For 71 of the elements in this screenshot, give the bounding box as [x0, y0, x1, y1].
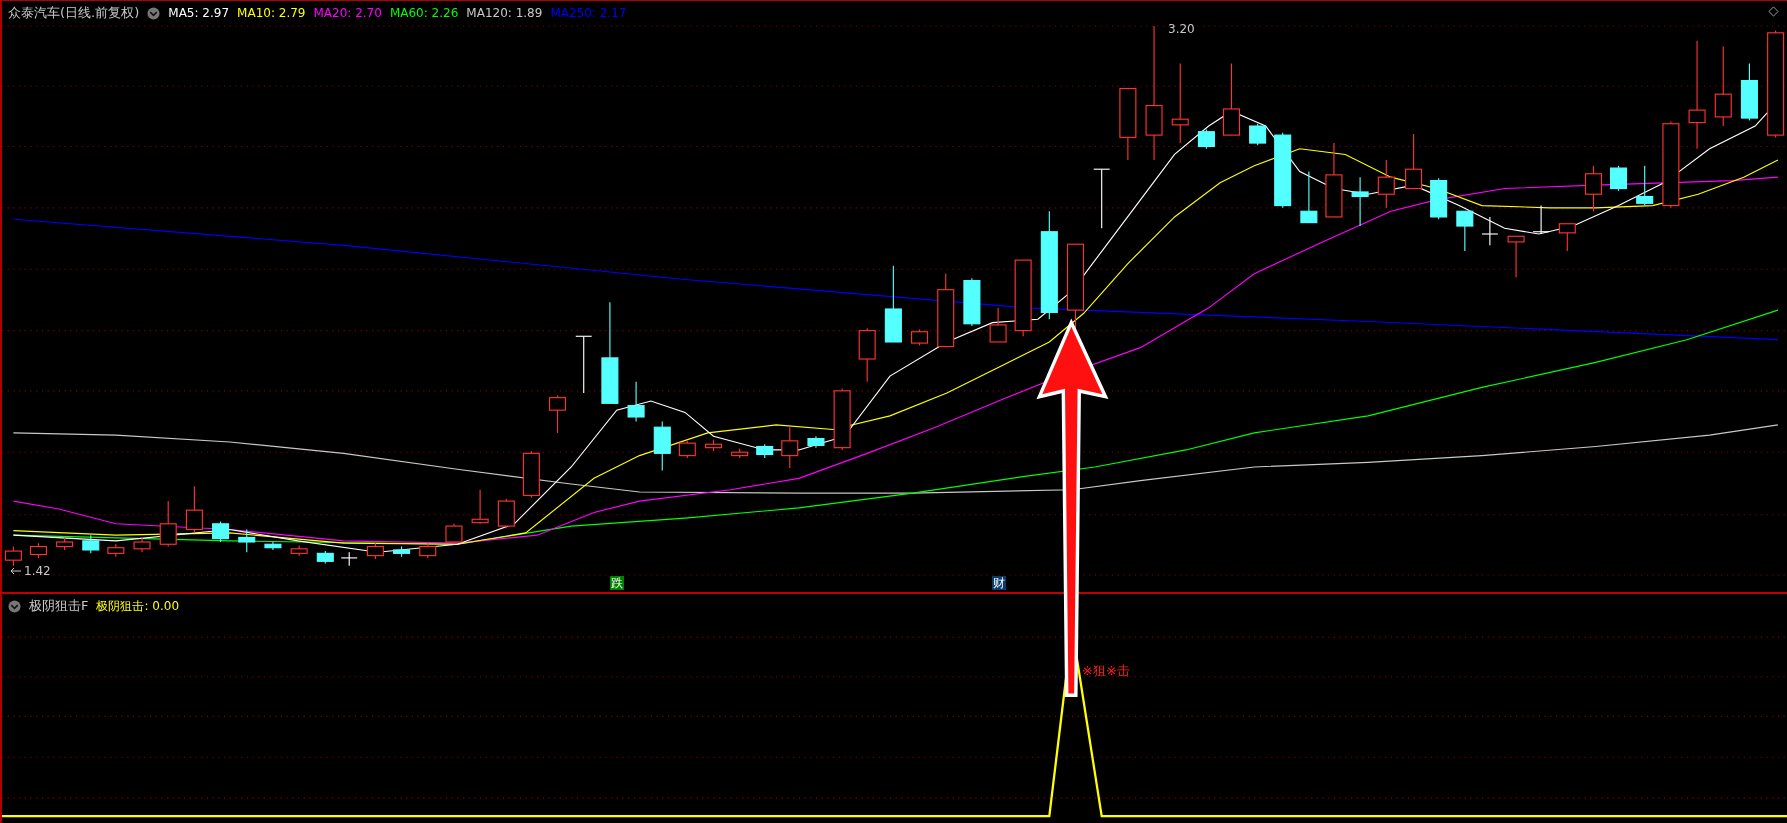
- candlestick: [1740, 62, 1758, 121]
- candlestick: [833, 388, 851, 451]
- moving-average-value: MA5: 2.97: [168, 6, 230, 20]
- candlestick: [419, 542, 437, 559]
- candlestick: [133, 536, 151, 553]
- candlestick: [678, 440, 696, 459]
- candlestick: [1093, 168, 1111, 229]
- candlestick: [1249, 123, 1267, 146]
- dropdown-caret-icon[interactable]: [8, 599, 21, 613]
- candlestick: [264, 541, 282, 551]
- candlestick: [212, 520, 230, 543]
- candlestick: [963, 277, 981, 327]
- candlestick: [1300, 170, 1318, 224]
- candlestick: [1507, 235, 1525, 278]
- high-price-label: 3.20: [1168, 22, 1195, 36]
- candlestick: [549, 394, 567, 434]
- candlestick: [1197, 128, 1215, 150]
- candlestick: [911, 328, 929, 346]
- candlestick: [1430, 177, 1448, 220]
- candlestick: [1456, 210, 1474, 252]
- candlestick: [704, 439, 723, 452]
- dropdown-caret-icon[interactable]: [147, 6, 161, 20]
- diamond-icon[interactable]: [1768, 6, 1779, 17]
- candlestick: [1558, 223, 1576, 252]
- moving-average-value: MA250: 2.17: [550, 6, 627, 20]
- moving-average-value: MA10: 2.79: [237, 6, 306, 20]
- candlestick: [1636, 165, 1654, 207]
- candlestick: [159, 500, 177, 548]
- candlestick: [575, 335, 593, 394]
- candlestick: [340, 551, 358, 567]
- candlestick: [82, 534, 100, 554]
- candlestick: [393, 545, 411, 558]
- candlestick: [807, 435, 825, 449]
- stock-title: 众泰汽车(日线.前复权): [8, 4, 140, 22]
- candlestick: [107, 543, 125, 558]
- candlestick: [731, 448, 749, 459]
- event-marker[interactable]: 财: [992, 576, 1006, 590]
- candlestick: [445, 523, 463, 545]
- candlestick: [756, 443, 774, 459]
- candlestick: [1584, 165, 1602, 212]
- candlestick: [522, 450, 540, 499]
- candlestick: [989, 307, 1007, 343]
- candlestick: [781, 426, 799, 469]
- candlestick: [316, 550, 334, 565]
- candlestick: [4, 545, 22, 567]
- moving-average-value: MA120: 1.89: [466, 6, 543, 20]
- moving-average-value: MA20: 2.70: [313, 6, 382, 20]
- candlestick: [1610, 165, 1628, 192]
- candlestick: [1377, 159, 1395, 209]
- candlestick: [56, 536, 74, 551]
- event-marker[interactable]: 跌: [610, 576, 624, 590]
- candlestick: [1532, 205, 1550, 235]
- candlestick: [290, 544, 308, 557]
- candlestick: [366, 542, 384, 560]
- candlestick: [29, 542, 47, 559]
- candlestick: [627, 381, 645, 423]
- candlestick: [653, 420, 671, 471]
- indicator-value: 极阴狙击: 0.00: [96, 597, 180, 615]
- moving-average-value: MA60: 2.26: [389, 6, 459, 20]
- candlestick: [1481, 216, 1499, 246]
- candlestick: [1405, 133, 1423, 190]
- low-price-label: 1.42: [24, 564, 51, 578]
- candlestick: [1351, 176, 1369, 227]
- candlestick: [497, 498, 515, 529]
- candlestick: [858, 327, 876, 383]
- candlestick: [471, 489, 489, 525]
- candlestick: [185, 485, 203, 534]
- indicator-title: 极阴狙击F: [29, 597, 89, 615]
- pointer-arrow-icon: [10, 567, 22, 575]
- candlestick: [238, 528, 256, 553]
- signal-label: ※狙※击: [1082, 662, 1130, 680]
